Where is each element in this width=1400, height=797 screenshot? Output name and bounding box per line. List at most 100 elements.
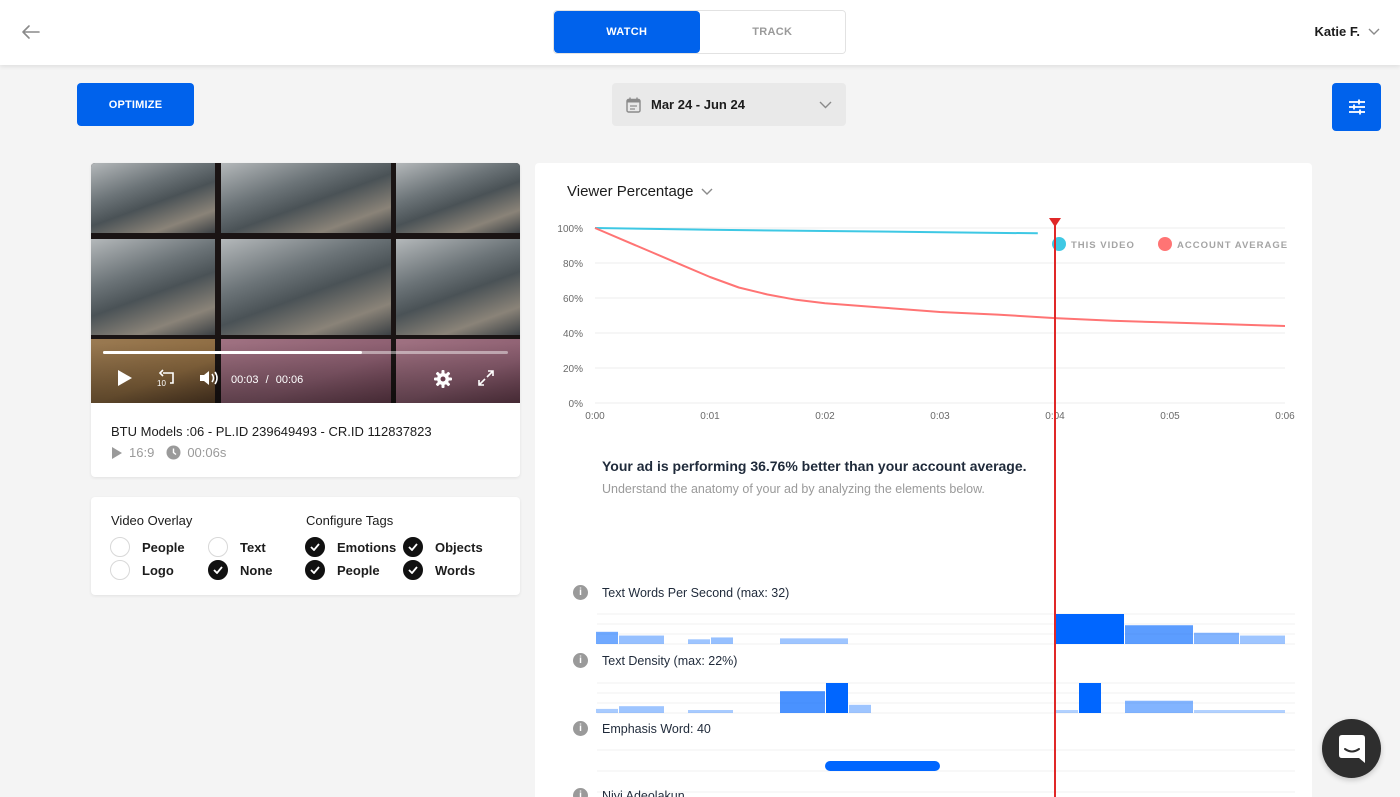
words-per-second-bar [1240, 635, 1285, 644]
video-overlay-title: Video Overlay [111, 513, 193, 528]
overlay-option-people[interactable]: People [110, 537, 185, 557]
overlay-settings-card: Video Overlay Configure Tags People Text… [91, 497, 520, 595]
text-density-bar [619, 706, 664, 713]
play-icon [118, 370, 132, 386]
words-per-second-bar [596, 631, 618, 644]
video-frame [396, 163, 520, 233]
words-per-second-bar [688, 639, 710, 644]
video-settings-button[interactable] [433, 369, 453, 394]
radio-unchecked-icon [208, 537, 228, 557]
tag-option-emotions[interactable]: Emotions [305, 537, 396, 557]
x-tick-label: 0:01 [700, 411, 720, 422]
emphasis-word-bar [825, 761, 940, 771]
video-progress-fill [103, 351, 363, 354]
tag-option-objects[interactable]: Objects [403, 537, 483, 557]
option-label: People [337, 562, 380, 578]
viewer-percentage-chart: 0%20%40%60%80%100%0:000:010:020:030:040:… [557, 224, 1295, 793]
video-meta: 16:9 00:06s [111, 445, 226, 460]
words-per-second-bar [780, 638, 848, 644]
date-range-picker[interactable]: Mar 24 - Jun 24 [612, 83, 846, 126]
clock-icon [166, 445, 181, 460]
sliders-icon [1348, 99, 1365, 115]
aspect-ratio: 16:9 [129, 445, 155, 460]
option-label: Words [435, 562, 476, 578]
volume-button[interactable] [199, 369, 221, 392]
metric-row-label: Niyi Adeolakun [602, 788, 685, 797]
video-controls: 10 00:03 / 00:06 [91, 343, 520, 403]
words-per-second-bar [1194, 632, 1239, 644]
text-density-bar [688, 710, 733, 713]
tag-option-people[interactable]: People [305, 560, 380, 580]
text-density-bar [780, 691, 825, 713]
info-icon[interactable]: i [573, 585, 588, 600]
x-tick-label: 0:06 [1275, 411, 1295, 422]
info-icon[interactable]: i [573, 653, 588, 668]
rewind-10-icon: 10 [157, 369, 174, 388]
words-per-second-bar [619, 635, 664, 644]
chat-launcher-button[interactable] [1322, 719, 1381, 778]
check-circle-icon [305, 560, 325, 580]
filter-settings-button[interactable] [1332, 83, 1381, 131]
configure-tags-title: Configure Tags [306, 513, 394, 528]
y-tick-label: 100% [557, 224, 583, 235]
optimize-button[interactable]: OPTIMIZE [77, 83, 194, 126]
video-frame [91, 163, 215, 233]
performance-subtitle: Understand the anatomy of your ad by ana… [602, 482, 985, 496]
video-progress-bar[interactable] [103, 351, 508, 354]
rewind-10-button[interactable]: 10 [155, 369, 177, 392]
y-tick-label: 80% [563, 259, 583, 270]
video-frame [221, 163, 391, 233]
metric-row-words-per-second: i Text Words Per Second (max: 32) [573, 585, 789, 600]
this-video-line [594, 227, 1038, 235]
info-icon[interactable]: i [573, 788, 588, 797]
metric-row-text-density: i Text Density (max: 22%) [573, 653, 737, 668]
volume-icon [200, 371, 218, 385]
check-circle-icon [403, 537, 423, 557]
option-label: Emotions [337, 539, 397, 555]
tag-option-words[interactable]: Words [403, 560, 475, 580]
video-timecode: 00:03 / 00:06 [231, 374, 303, 386]
y-tick-label: 20% [563, 364, 583, 375]
info-icon[interactable]: i [573, 721, 588, 736]
user-name: Katie F. [1314, 24, 1360, 39]
check-circle-icon [208, 560, 228, 580]
chevron-down-icon [819, 101, 832, 108]
option-label: Text [240, 539, 266, 555]
y-tick-label: 60% [563, 294, 583, 305]
duration: 00:06 [275, 374, 304, 386]
x-tick-label: 0:02 [815, 411, 835, 422]
words-per-second-bar [1056, 614, 1124, 644]
play-button[interactable] [117, 369, 133, 392]
option-label: People [142, 539, 185, 555]
words-per-second-bar [1125, 625, 1193, 644]
metric-row-label: Text Words Per Second (max: 32) [602, 585, 790, 600]
settings-icon [434, 370, 452, 388]
calendar-icon [626, 97, 641, 113]
video-length: 00:06s [187, 445, 227, 460]
words-per-second-bar [711, 637, 733, 644]
option-label: None [240, 562, 273, 578]
check-circle-icon [305, 537, 325, 557]
tab-track[interactable]: TRACK [699, 11, 845, 53]
tab-watch[interactable]: WATCH [554, 11, 700, 53]
overlay-option-logo[interactable]: Logo [110, 560, 174, 580]
video-player[interactable]: 10 00:03 / 00:06 [91, 163, 520, 403]
user-menu[interactable]: Katie F. [1314, 24, 1380, 39]
radio-unchecked-icon [110, 560, 130, 580]
chat-icon [1338, 734, 1365, 763]
fullscreen-button[interactable] [477, 369, 495, 392]
metric-row-person: i Niyi Adeolakun [573, 788, 685, 797]
performance-title: Your ad is performing 36.76% better than… [602, 458, 1027, 474]
back-button[interactable] [18, 20, 44, 44]
overlay-option-none[interactable]: None [208, 560, 273, 580]
playhead-line[interactable] [1054, 218, 1056, 797]
text-density-bar [826, 683, 848, 713]
overlay-option-text[interactable]: Text [208, 537, 266, 557]
play-triangle-icon [112, 446, 122, 459]
metric-row-label: Emphasis Word: 40 [602, 721, 711, 736]
current-time: 00:03 [231, 374, 259, 386]
video-frame [221, 239, 391, 335]
arrow-left-icon [22, 25, 40, 39]
chevron-down-icon [1368, 28, 1380, 35]
legend-label: THIS VIDEO [1071, 240, 1135, 251]
